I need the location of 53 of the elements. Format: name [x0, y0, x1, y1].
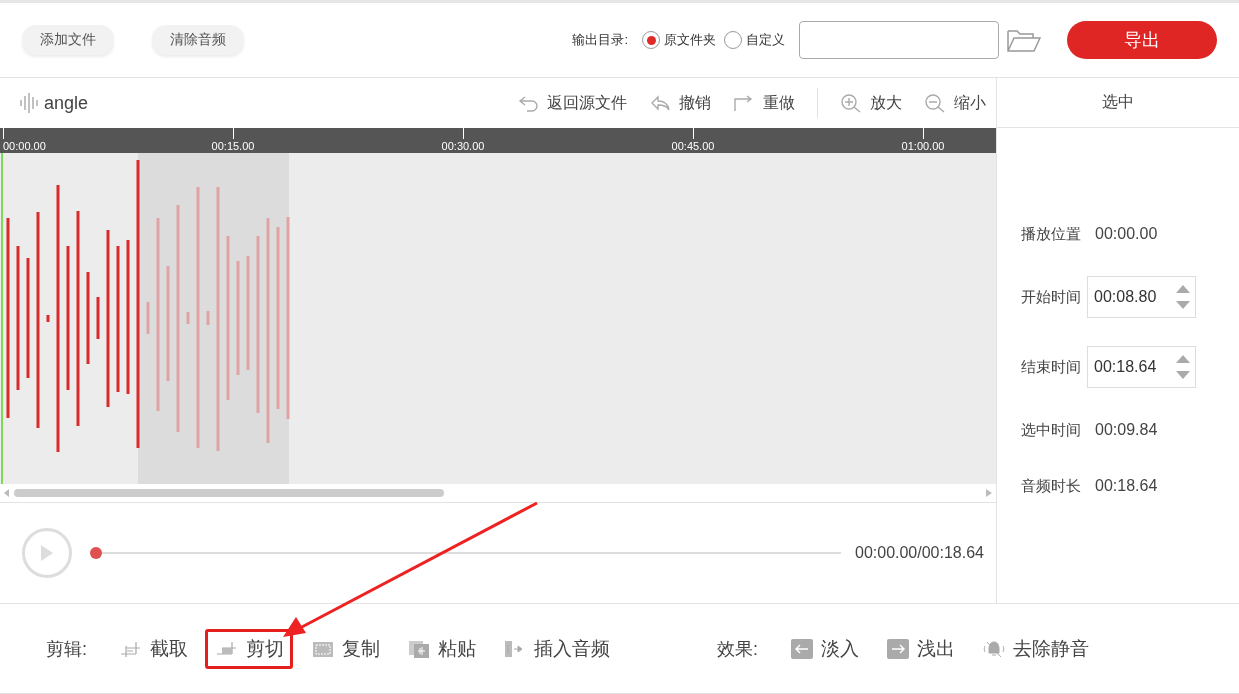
toolbar-button[interactable]: 撤销 — [649, 92, 711, 114]
playback-time: 00:00.00/00:18.64 — [855, 544, 984, 562]
export-button[interactable]: 导出 — [1067, 21, 1217, 59]
edit-tool-button[interactable]: 复制 — [301, 628, 389, 669]
radio-option[interactable]: 原文件夹 — [642, 31, 716, 49]
edit-tool-button[interactable]: 截取 — [109, 628, 197, 669]
play-button[interactable] — [22, 528, 72, 578]
file-name: angle — [44, 92, 89, 114]
time-label: 00:30.00 — [441, 140, 485, 152]
waveform-icon — [20, 92, 38, 114]
muted-bell-icon — [983, 638, 1006, 659]
radio-option[interactable]: 自定义 — [724, 31, 785, 49]
folder-icon — [1007, 28, 1041, 52]
waveform-panel[interactable] — [0, 153, 996, 484]
zoom-out-icon — [924, 93, 946, 113]
time-label: 00:00.00 — [3, 140, 46, 152]
paste-icon — [408, 638, 430, 659]
edit-tool-button[interactable]: 剪切 — [205, 628, 293, 669]
field-label: 音频时长 — [1021, 476, 1081, 496]
time-label: 01:00.00 — [901, 140, 945, 152]
toolbar-button[interactable]: 重做 — [733, 92, 795, 114]
field-label: 开始时间 — [1021, 287, 1081, 307]
pill-button[interactable]: 添加文件 — [22, 25, 114, 55]
panel-title: 选中 — [997, 78, 1239, 128]
time-label: 00:15.00 — [211, 140, 255, 152]
output-label: 输出目录: — [572, 31, 628, 49]
pill-button[interactable]: 清除音频 — [152, 25, 244, 55]
progress-knob[interactable] — [90, 547, 102, 559]
toolbar-button[interactable]: 缩小 — [924, 92, 986, 114]
scroll-left-icon[interactable] — [4, 489, 10, 497]
effect-tool-button[interactable]: 去除静音 — [972, 628, 1099, 669]
effect-tool-button[interactable]: 淡入 — [780, 628, 869, 669]
edit-tool-button[interactable]: 粘贴 — [397, 628, 485, 669]
field-value: 00:18.64 — [1095, 477, 1158, 495]
field-label: 播放位置 — [1021, 224, 1081, 244]
time-label: 00:45.00 — [671, 140, 715, 152]
effect-tool-button[interactable]: 浅出 — [876, 628, 965, 669]
field-label: 选中时间 — [1021, 420, 1081, 440]
effects-label: 效果: — [717, 637, 759, 661]
toolbar-button[interactable]: 返回源文件 — [517, 92, 627, 114]
edit-label: 剪辑: — [46, 637, 87, 661]
scroll-right-icon[interactable] — [986, 489, 992, 497]
zoom-in-icon — [840, 93, 862, 113]
undo-icon — [649, 93, 671, 113]
time-spinner[interactable]: 00:18.64 — [1087, 346, 1196, 388]
field-label: 结束时间 — [1021, 357, 1081, 377]
toolbar-button[interactable]: 放大 — [840, 92, 902, 114]
path-field[interactable] — [799, 21, 999, 59]
edit-tool-button[interactable]: 插入音频 — [493, 628, 619, 669]
field-value: 00:09.84 — [1095, 421, 1158, 439]
play-icon — [39, 543, 55, 563]
field-value: 00:00.00 — [1095, 225, 1158, 243]
time-spinner[interactable]: 00:08.80 — [1087, 276, 1196, 318]
